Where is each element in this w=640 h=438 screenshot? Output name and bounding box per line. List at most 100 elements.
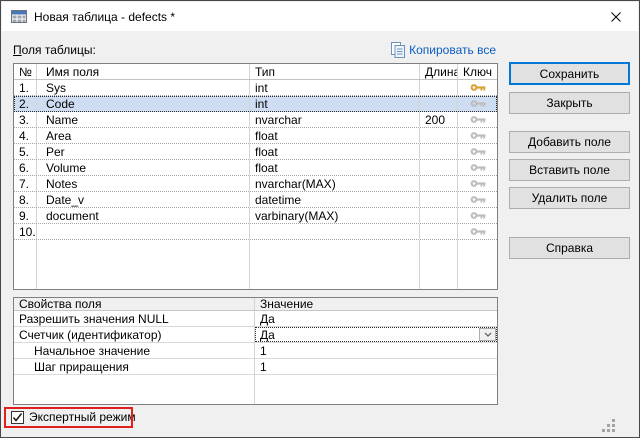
- fields-table-header: № Имя поля Тип Длина Ключ: [14, 64, 497, 80]
- field-type-cell[interactable]: nvarchar(MAX): [250, 176, 420, 191]
- expert-mode-label[interactable]: Экспертный режим: [29, 411, 136, 424]
- field-type-cell[interactable]: float: [250, 144, 420, 159]
- title-bar[interactable]: Новая таблица - defects *: [2, 2, 638, 31]
- delete-field-button[interactable]: Удалить поле: [509, 187, 630, 209]
- property-label: Шаг приращения: [14, 359, 255, 374]
- table-row[interactable]: 8. Date_v datetime: [14, 192, 497, 208]
- insert-field-button[interactable]: Вставить поле: [509, 159, 630, 181]
- key-icon[interactable]: [458, 144, 497, 159]
- field-length-cell[interactable]: [420, 224, 458, 239]
- resize-grip[interactable]: [602, 419, 616, 433]
- field-name-cell[interactable]: [37, 224, 250, 239]
- field-type-cell[interactable]: datetime: [250, 192, 420, 207]
- property-label: Начальное значение: [14, 343, 255, 358]
- field-length-cell[interactable]: [420, 208, 458, 223]
- table-row[interactable]: 10.: [14, 224, 497, 240]
- col-header-type[interactable]: Тип: [250, 64, 420, 79]
- field-type-cell[interactable]: float: [250, 160, 420, 175]
- property-row[interactable]: Разрешить значения NULL Да: [14, 311, 497, 327]
- table-row[interactable]: 1. Sys int: [14, 80, 497, 96]
- add-field-button[interactable]: Добавить поле: [509, 131, 630, 153]
- field-name-cell[interactable]: Notes: [37, 176, 250, 191]
- close-button[interactable]: [593, 2, 638, 31]
- copy-icon: [391, 42, 406, 58]
- window-title: Новая таблица - defects *: [34, 9, 176, 24]
- field-name-cell[interactable]: Code: [37, 96, 250, 111]
- table-app-icon: [11, 10, 27, 23]
- table-row[interactable]: 5. Per float: [14, 144, 497, 160]
- close-icon: [610, 11, 621, 22]
- property-value[interactable]: Да: [255, 311, 497, 326]
- field-length-cell[interactable]: [420, 160, 458, 175]
- field-length-cell[interactable]: [420, 80, 458, 95]
- close-dialog-button[interactable]: Закрыть: [509, 92, 630, 114]
- row-num: 2.: [14, 96, 37, 111]
- table-row[interactable]: 9. document varbinary(MAX): [14, 208, 497, 224]
- key-icon[interactable]: [458, 224, 497, 239]
- col-header-key[interactable]: Ключ: [458, 64, 497, 79]
- property-value[interactable]: 1: [255, 359, 497, 374]
- dropdown-button[interactable]: [479, 328, 496, 341]
- properties-empty-area: [14, 375, 497, 404]
- key-icon[interactable]: [458, 128, 497, 143]
- key-icon[interactable]: [458, 80, 497, 95]
- fields-table: № Имя поля Тип Длина Ключ 1. Sys int 2. …: [13, 63, 498, 290]
- row-num: 3.: [14, 112, 37, 127]
- key-icon[interactable]: [458, 208, 497, 223]
- key-icon[interactable]: [458, 112, 497, 127]
- property-row[interactable]: Счетчик (идентификатор) Да: [14, 327, 497, 343]
- key-icon[interactable]: [458, 160, 497, 175]
- row-num: 4.: [14, 128, 37, 143]
- checkmark-icon: [12, 413, 23, 422]
- fields-label-mnemonic: П: [13, 43, 22, 57]
- field-length-cell[interactable]: [420, 128, 458, 143]
- col-header-length[interactable]: Длина: [420, 64, 458, 79]
- row-num: 6.: [14, 160, 37, 175]
- property-value[interactable]: Да: [255, 327, 497, 342]
- field-type-cell[interactable]: nvarchar: [250, 112, 420, 127]
- field-type-cell[interactable]: varbinary(MAX): [250, 208, 420, 223]
- field-name-cell[interactable]: Name: [37, 112, 250, 127]
- field-type-cell[interactable]: [250, 224, 420, 239]
- field-length-cell[interactable]: [420, 176, 458, 191]
- field-length-cell[interactable]: [420, 192, 458, 207]
- table-row[interactable]: 3. Name nvarchar 200: [14, 112, 497, 128]
- help-button[interactable]: Справка: [509, 237, 630, 259]
- key-icon[interactable]: [458, 192, 497, 207]
- col-header-num[interactable]: №: [14, 64, 37, 79]
- copy-all-label: Копировать все: [409, 43, 496, 57]
- key-icon[interactable]: [458, 96, 497, 111]
- row-num: 10.: [14, 224, 37, 239]
- field-type-cell[interactable]: int: [250, 80, 420, 95]
- row-num: 7.: [14, 176, 37, 191]
- field-length-cell[interactable]: 200: [420, 112, 458, 127]
- expert-mode-checkbox[interactable]: [11, 411, 24, 424]
- row-num: 8.: [14, 192, 37, 207]
- field-name-cell[interactable]: Per: [37, 144, 250, 159]
- field-name-cell[interactable]: Sys: [37, 80, 250, 95]
- field-length-cell[interactable]: [420, 96, 458, 111]
- field-type-cell[interactable]: int: [250, 96, 420, 111]
- save-button[interactable]: Сохранить: [509, 62, 630, 85]
- new-table-dialog: Новая таблица - defects * Поля таблицы: …: [0, 0, 640, 438]
- field-name-cell[interactable]: Volume: [37, 160, 250, 175]
- field-type-cell[interactable]: float: [250, 128, 420, 143]
- key-icon[interactable]: [458, 176, 497, 191]
- fields-label-rest: оля таблицы:: [21, 43, 96, 57]
- table-row[interactable]: 4. Area float: [14, 128, 497, 144]
- field-name-cell[interactable]: document: [37, 208, 250, 223]
- field-name-cell[interactable]: Date_v: [37, 192, 250, 207]
- property-row[interactable]: Шаг приращения 1: [14, 359, 497, 375]
- table-empty-area: [14, 240, 497, 289]
- row-num: 5.: [14, 144, 37, 159]
- table-row[interactable]: 7. Notes nvarchar(MAX): [14, 176, 497, 192]
- properties-col-value: Значение: [260, 298, 314, 310]
- field-length-cell[interactable]: [420, 144, 458, 159]
- table-row[interactable]: 2. Code int: [14, 96, 497, 112]
- table-row[interactable]: 6. Volume float: [14, 160, 497, 176]
- copy-all-link[interactable]: Копировать все: [391, 42, 496, 58]
- col-header-name[interactable]: Имя поля: [37, 64, 250, 79]
- field-name-cell[interactable]: Area: [37, 128, 250, 143]
- property-row[interactable]: Начальное значение 1: [14, 343, 497, 359]
- property-value[interactable]: 1: [255, 343, 497, 358]
